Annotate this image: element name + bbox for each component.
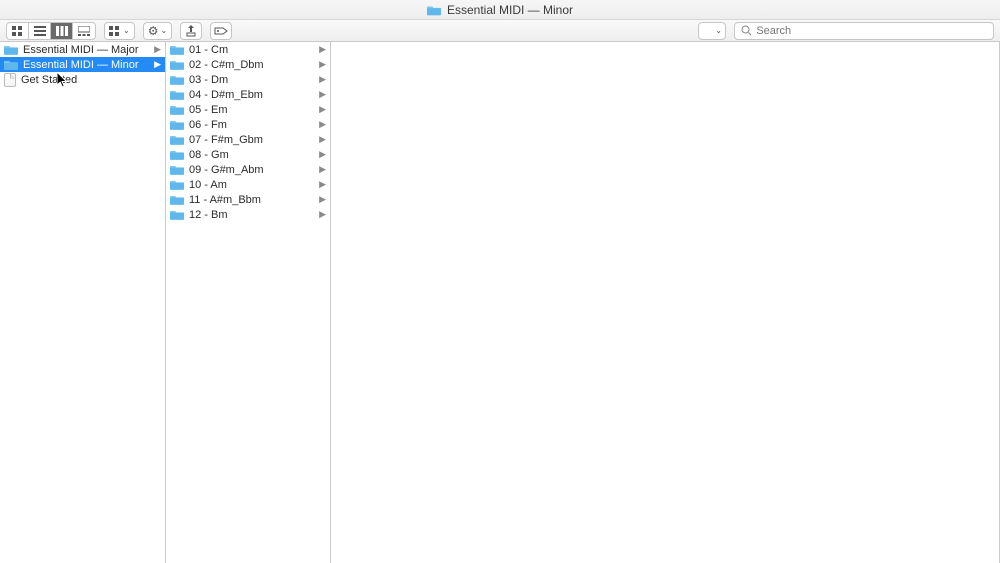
path-dropdown[interactable]: ⌄ <box>698 22 726 40</box>
list-item[interactable]: 07 - F#m_Gbm ▶ <box>166 132 330 147</box>
chevron-right-icon: ▶ <box>319 179 326 190</box>
folder-icon <box>170 59 184 70</box>
item-label: Essential MIDI — Minor <box>23 59 139 71</box>
chevron-down-icon: ⌄ <box>160 26 167 35</box>
list-item[interactable]: 12 - Bm ▶ <box>166 207 330 222</box>
chevron-down-icon: ⌄ <box>715 26 722 35</box>
folder-icon <box>170 104 184 115</box>
folder-icon <box>170 119 184 130</box>
folder-icon <box>170 179 184 190</box>
list-item[interactable]: 11 - A#m_Bbm ▶ <box>166 192 330 207</box>
item-label: 12 - Bm <box>189 209 228 221</box>
item-label: Essential MIDI — Major <box>23 44 139 56</box>
item-label: 09 - G#m_Abm <box>189 164 264 176</box>
chevron-right-icon: ▶ <box>154 59 161 70</box>
group-by-button[interactable]: ⌄ <box>104 22 135 40</box>
chevron-down-icon: ⌄ <box>123 26 130 35</box>
item-label: 07 - F#m_Gbm <box>189 134 263 146</box>
list-item[interactable]: Essential MIDI — Major ▶ <box>0 42 165 57</box>
list-item[interactable]: 08 - Gm ▶ <box>166 147 330 162</box>
item-label: 01 - Cm <box>189 44 228 56</box>
folder-icon <box>170 89 184 100</box>
item-label: 04 - D#m_Ebm <box>189 89 263 101</box>
folder-icon <box>170 44 184 55</box>
folder-icon <box>170 194 184 205</box>
folder-icon <box>427 4 441 16</box>
list-item[interactable]: 04 - D#m_Ebm ▶ <box>166 87 330 102</box>
search-icon <box>741 25 751 36</box>
chevron-right-icon: ▶ <box>154 44 161 55</box>
list-item[interactable]: 06 - Fm ▶ <box>166 117 330 132</box>
share-button[interactable] <box>180 22 202 40</box>
chevron-right-icon: ▶ <box>319 89 326 100</box>
folder-icon <box>4 44 18 55</box>
chevron-right-icon: ▶ <box>319 44 326 55</box>
item-label: Get Started <box>21 74 77 86</box>
folder-icon <box>170 149 184 160</box>
folder-icon <box>4 59 18 70</box>
folder-icon <box>170 164 184 175</box>
item-label: 05 - Em <box>189 104 228 116</box>
chevron-right-icon: ▶ <box>319 149 326 160</box>
chevron-right-icon: ▶ <box>319 194 326 205</box>
column-view: Essential MIDI — Major▶Essential MIDI — … <box>0 42 1000 563</box>
view-mode-segment <box>6 22 96 40</box>
view-icon-button[interactable] <box>7 23 29 39</box>
window-title: Essential MIDI — Minor <box>447 3 573 17</box>
column-1[interactable]: Essential MIDI — Major▶Essential MIDI — … <box>0 42 166 563</box>
view-columns-button[interactable] <box>51 23 73 39</box>
view-gallery-button[interactable] <box>73 23 95 39</box>
list-item[interactable]: Get Started <box>0 72 165 87</box>
gear-icon: ⚙ <box>148 25 159 37</box>
list-item[interactable]: 09 - G#m_Abm ▶ <box>166 162 330 177</box>
folder-icon <box>170 134 184 145</box>
chevron-right-icon: ▶ <box>319 74 326 85</box>
action-menu-button[interactable]: ⚙ ⌄ <box>143 22 172 40</box>
tags-button[interactable] <box>210 22 232 40</box>
grid-icon <box>109 26 121 36</box>
list-item[interactable]: 02 - C#m_Dbm ▶ <box>166 57 330 72</box>
chevron-right-icon: ▶ <box>319 209 326 220</box>
share-icon <box>186 25 196 37</box>
item-label: 11 - A#m_Bbm <box>189 194 261 206</box>
item-label: 06 - Fm <box>189 119 227 131</box>
list-item[interactable]: Essential MIDI — Minor ▶ <box>0 57 165 72</box>
item-label: 10 - Am <box>189 179 227 191</box>
chevron-right-icon: ▶ <box>319 164 326 175</box>
item-label: 08 - Gm <box>189 149 229 161</box>
list-item[interactable]: 03 - Dm ▶ <box>166 72 330 87</box>
document-icon <box>4 73 16 87</box>
search-input[interactable] <box>756 25 987 37</box>
title-bar: Essential MIDI — Minor <box>0 0 1000 20</box>
list-item[interactable]: 10 - Am ▶ <box>166 177 330 192</box>
chevron-right-icon: ▶ <box>319 134 326 145</box>
column-2[interactable]: 01 - Cm▶02 - C#m_Dbm▶03 - Dm▶04 - D#m_Eb… <box>166 42 331 563</box>
view-list-button[interactable] <box>29 23 51 39</box>
list-item[interactable]: 01 - Cm ▶ <box>166 42 330 57</box>
column-3[interactable] <box>331 42 1000 563</box>
toolbar: ⌄ ⚙ ⌄ ⌄ <box>0 20 1000 42</box>
list-item[interactable]: 05 - Em ▶ <box>166 102 330 117</box>
item-label: 02 - C#m_Dbm <box>189 59 264 71</box>
item-label: 03 - Dm <box>189 74 228 86</box>
tag-icon <box>214 26 228 36</box>
chevron-right-icon: ▶ <box>319 59 326 70</box>
folder-icon <box>170 74 184 85</box>
chevron-right-icon: ▶ <box>319 104 326 115</box>
folder-icon <box>170 209 184 220</box>
search-field[interactable] <box>734 22 994 40</box>
chevron-right-icon: ▶ <box>319 119 326 130</box>
